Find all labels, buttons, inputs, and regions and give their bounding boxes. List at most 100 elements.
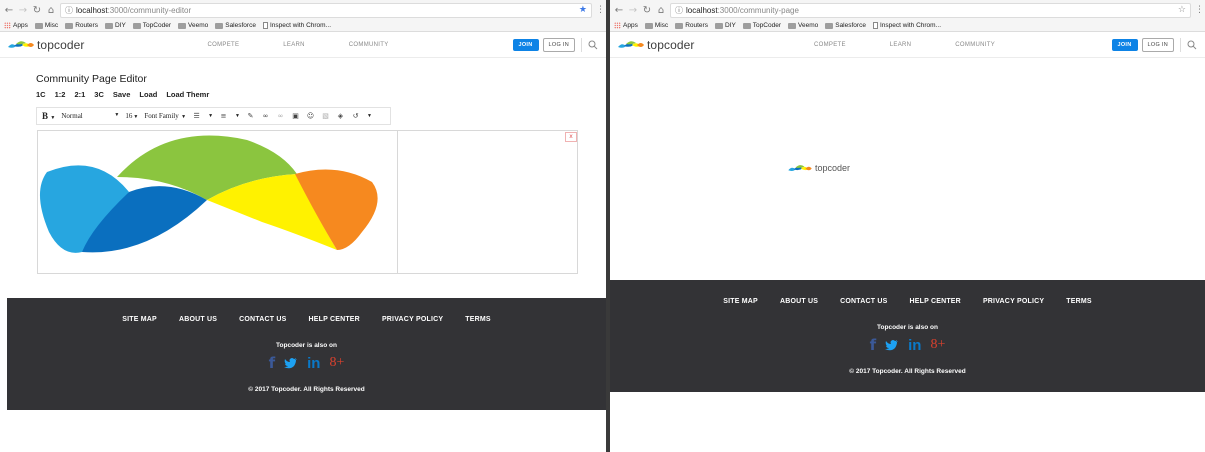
- align-icon[interactable]: ≡: [219, 112, 228, 121]
- bookmark-folder[interactable]: TopCoder: [742, 22, 781, 29]
- logo-text: topcoder: [37, 37, 85, 52]
- googleplus-icon[interactable]: 8+: [329, 355, 344, 371]
- search-icon[interactable]: [588, 40, 598, 50]
- nav-learn[interactable]: LEARN: [890, 42, 912, 48]
- folder-icon: [104, 22, 113, 29]
- join-button[interactable]: JOIN: [512, 38, 539, 51]
- color-picker-icon[interactable]: ✎: [246, 112, 255, 121]
- home-icon[interactable]: ⌂: [656, 5, 666, 16]
- footer-terms-link[interactable]: TERMS: [1066, 298, 1092, 305]
- bookmark-page[interactable]: Inspect with Chrom...: [872, 22, 941, 29]
- site-footer: SITE MAP ABOUT US CONTACT US HELP CENTER…: [7, 298, 606, 410]
- folder-icon: [742, 22, 751, 29]
- site-logo[interactable]: topcoder: [618, 38, 695, 52]
- bold-dropdown[interactable]: B ▼: [42, 111, 55, 121]
- apps-grid-icon: [614, 22, 621, 29]
- footer-about-link[interactable]: ABOUT US: [780, 298, 818, 305]
- footer-help-link[interactable]: HELP CENTER: [909, 298, 960, 305]
- bookmark-star-icon[interactable]: ★: [579, 5, 587, 15]
- reload-icon[interactable]: ↻: [642, 5, 652, 16]
- facebook-icon[interactable]: f: [269, 354, 276, 372]
- more-vert-icon[interactable]: ⋮: [1195, 5, 1204, 15]
- facebook-icon[interactable]: f: [870, 336, 877, 354]
- login-button[interactable]: LOG IN: [542, 37, 575, 52]
- footer-sitemap-link[interactable]: SITE MAP: [723, 298, 758, 305]
- layout-2-1-button[interactable]: 2:1: [74, 90, 85, 99]
- logo-text: topcoder: [647, 37, 695, 52]
- nav-learn[interactable]: LEARN: [283, 42, 305, 48]
- twitter-icon[interactable]: [885, 338, 899, 352]
- layout-3c-button[interactable]: 3C: [94, 90, 104, 99]
- bookmark-folder[interactable]: DIY: [104, 22, 126, 29]
- bookmark-page[interactable]: Inspect with Chrom...: [262, 22, 331, 29]
- embed-icon[interactable]: ▣: [291, 112, 300, 121]
- nav-compete[interactable]: COMPETE: [208, 42, 240, 48]
- load-theme-button[interactable]: Load Themr: [166, 90, 209, 99]
- footer-links: SITE MAP ABOUT US CONTACT US HELP CENTER…: [7, 316, 606, 323]
- bookmark-folder[interactable]: Veemo: [177, 22, 208, 29]
- googleplus-icon[interactable]: 8+: [930, 337, 945, 353]
- link-icon[interactable]: ∞: [261, 112, 270, 121]
- footer-help-link[interactable]: HELP CENTER: [308, 316, 359, 323]
- info-icon[interactable]: ⓘ: [675, 5, 683, 16]
- forward-icon[interactable]: →: [18, 5, 28, 16]
- emoji-icon[interactable]: ☺: [306, 112, 315, 121]
- footer-terms-link[interactable]: TERMS: [465, 316, 491, 323]
- bookmark-apps[interactable]: Apps: [614, 22, 638, 29]
- join-button[interactable]: JOIN: [1111, 38, 1138, 51]
- footer-privacy-link[interactable]: PRIVACY POLICY: [983, 298, 1044, 305]
- bookmark-folder[interactable]: Misc: [644, 22, 668, 29]
- nav-compete[interactable]: COMPETE: [814, 42, 846, 48]
- site-logo[interactable]: topcoder: [8, 38, 85, 52]
- linkedin-icon[interactable]: in: [307, 355, 320, 372]
- folder-icon: [177, 22, 186, 29]
- bookmark-folder[interactable]: DIY: [714, 22, 736, 29]
- load-button[interactable]: Load: [139, 90, 157, 99]
- home-icon[interactable]: ⌂: [46, 5, 56, 16]
- save-button[interactable]: Save: [113, 90, 131, 99]
- header-divider: [1180, 37, 1181, 52]
- footer-contact-link[interactable]: CONTACT US: [840, 298, 887, 305]
- address-bar[interactable]: ⓘ localhost:3000/community-page ☆: [670, 2, 1191, 18]
- more-vert-icon[interactable]: ⋮: [596, 5, 605, 15]
- footer-sitemap-link[interactable]: SITE MAP: [122, 316, 157, 323]
- layout-1c-button[interactable]: 1C: [36, 90, 46, 99]
- footer-about-link[interactable]: ABOUT US: [179, 316, 217, 323]
- font-family-dropdown[interactable]: Font Family ▼: [144, 112, 186, 120]
- bookmark-folder[interactable]: Salesforce: [825, 22, 866, 29]
- twitter-icon[interactable]: [284, 356, 298, 370]
- layout-buttons: 1C 1:2 2:1 3C Save Load Load Themr: [36, 90, 209, 99]
- bookmark-star-icon[interactable]: ☆: [1178, 5, 1186, 15]
- bookmark-folder[interactable]: TopCoder: [132, 22, 171, 29]
- info-icon[interactable]: ⓘ: [65, 5, 73, 16]
- list-icon[interactable]: ☰: [192, 112, 201, 121]
- eraser-icon[interactable]: ◈: [336, 112, 345, 121]
- nav-community[interactable]: COMMUNITY: [349, 42, 389, 48]
- close-icon[interactable]: x: [565, 132, 577, 142]
- image-icon[interactable]: ▧: [321, 112, 330, 121]
- bookmark-folder[interactable]: Misc: [34, 22, 58, 29]
- nav-community[interactable]: COMMUNITY: [955, 42, 995, 48]
- bookmark-folder[interactable]: Salesforce: [215, 22, 256, 29]
- login-button[interactable]: LOG IN: [1141, 37, 1174, 52]
- topcoder-logo-icon: [618, 40, 644, 48]
- search-icon[interactable]: [1187, 40, 1197, 50]
- footer-contact-link[interactable]: CONTACT US: [239, 316, 286, 323]
- reload-icon[interactable]: ↻: [32, 5, 42, 16]
- linkedin-icon[interactable]: in: [908, 337, 921, 354]
- bookmark-folder[interactable]: Routers: [65, 22, 98, 29]
- back-icon[interactable]: ←: [4, 5, 14, 16]
- back-icon[interactable]: ←: [614, 5, 624, 16]
- forward-icon[interactable]: →: [628, 5, 638, 16]
- folder-icon: [644, 22, 653, 29]
- bookmark-apps[interactable]: Apps: [4, 22, 28, 29]
- bookmark-folder[interactable]: Veemo: [787, 22, 818, 29]
- footer-privacy-link[interactable]: PRIVACY POLICY: [382, 316, 443, 323]
- address-bar[interactable]: ⓘ localhost:3000/community-editor ★: [60, 2, 592, 18]
- undo-icon[interactable]: ↺: [351, 112, 360, 121]
- bookmark-folder[interactable]: Routers: [675, 22, 708, 29]
- layout-1-2-button[interactable]: 1:2: [55, 90, 66, 99]
- unlink-icon[interactable]: ∞: [276, 112, 285, 121]
- font-size-dropdown[interactable]: 16▼: [125, 112, 138, 120]
- block-type-dropdown[interactable]: Normal ▼: [61, 112, 119, 120]
